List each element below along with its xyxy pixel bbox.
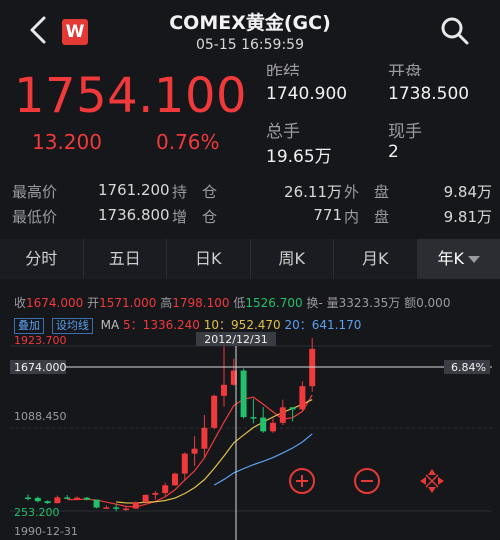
kline-chart[interactable]: 1923.700 1088.450 253.200 1990-12-31 201…	[0, 330, 500, 540]
tab-intraday[interactable]: 分时	[0, 239, 84, 279]
candle-body	[64, 497, 71, 499]
candle-body	[152, 493, 159, 495]
candle-body	[181, 453, 188, 474]
candle-body	[211, 395, 218, 428]
x-axis-start-label: 1990-12-31	[14, 525, 78, 538]
candle-body	[240, 370, 247, 418]
tab-daily-k[interactable]: 日K	[167, 239, 251, 279]
tab-yearly-k-label: 年K	[437, 249, 465, 268]
stat-label: 持 仓	[172, 183, 218, 201]
stat-label: 最高价	[12, 183, 58, 201]
current-hand-label: 现手	[388, 122, 422, 142]
chevron-down-icon	[468, 256, 480, 263]
y-axis-bottom-label: 253.200	[14, 506, 60, 519]
candle-body	[123, 508, 129, 511]
y-axis-top-label: 1923.700	[14, 334, 67, 347]
volume-value: 3323.35万	[338, 296, 401, 310]
candle-body	[289, 407, 296, 410]
stat-label: 最低价	[12, 208, 58, 226]
candle-body	[113, 507, 120, 509]
open-value: 1571.000	[99, 296, 157, 310]
turnover-label: 换-	[306, 296, 323, 310]
prev-settle-value: 1740.900	[266, 84, 348, 104]
stat-value: 9.81万	[443, 208, 492, 226]
candle-body	[103, 507, 110, 509]
candle-body	[191, 448, 198, 454]
volume-label: 量	[326, 296, 339, 310]
stat-label: 外 盘	[344, 183, 390, 201]
candle-body	[201, 427, 208, 449]
candle-body	[25, 497, 31, 499]
candle-body	[34, 497, 41, 502]
open-label: 开盘	[388, 63, 422, 76]
tab-five-day[interactable]: 五日	[83, 239, 167, 279]
amount-label: 额	[404, 296, 417, 310]
crosshair: 2012/12/31 1674.000 6.84%	[10, 332, 492, 540]
page-title: COMEX黄金(GC)	[169, 12, 331, 34]
candle-body	[132, 502, 139, 509]
stat-value: 1736.800	[98, 206, 170, 224]
volume-label: 总手	[266, 122, 300, 142]
stat-value: 9.84万	[443, 183, 492, 201]
candle-body	[221, 384, 227, 396]
search-icon[interactable]	[440, 16, 470, 46]
crosshair-value: 1674.000	[14, 361, 67, 374]
candle-body	[54, 497, 61, 504]
low-label: 低	[233, 296, 246, 310]
moving-average-lines	[67, 394, 313, 508]
candle-body	[44, 501, 51, 504]
candle-body	[162, 485, 169, 494]
tab-weekly-k[interactable]: 周K	[250, 239, 334, 279]
volume-value: 19.65万	[266, 147, 332, 167]
price-change-percent: 0.76%	[156, 130, 220, 154]
period-tabs: 分时 五日 日K 周K 月K 年K	[0, 239, 500, 279]
zoom-in-icon[interactable]	[289, 468, 315, 494]
high-value: 1798.100	[172, 296, 230, 310]
current-hand-value: 2	[388, 142, 399, 162]
close-label: 收	[14, 296, 27, 310]
candle-body	[279, 407, 286, 423]
candle-body	[309, 348, 316, 387]
candle-body	[83, 497, 90, 500]
timestamp: 05-15 16:59:59	[195, 37, 304, 53]
ma20-line	[213, 433, 313, 486]
crosshair-pct: 6.84%	[451, 361, 486, 374]
amount-value: 0.000	[416, 296, 451, 310]
ohlc-summary: 收1674.000 开1571.000 高1798.100 低1526.700 …	[14, 294, 450, 311]
prev-settle-label: 昨结	[266, 63, 300, 76]
candle-body	[299, 386, 306, 410]
candle-body	[74, 497, 80, 500]
move-arrows-icon[interactable]	[420, 469, 444, 493]
candle-body	[270, 422, 276, 432]
chart-grid	[10, 345, 492, 512]
candle-body	[142, 494, 149, 503]
candle-body	[260, 417, 267, 432]
y-axis-mid-label: 1088.450	[14, 410, 67, 423]
price-change: 13.200	[32, 130, 102, 154]
candle-body	[172, 473, 178, 486]
candle-body	[250, 417, 257, 419]
zoom-out-icon[interactable]	[354, 468, 380, 494]
stat-label: 增 仓	[172, 208, 218, 226]
stat-value: 1761.200	[98, 181, 170, 199]
open-value: 1738.500	[388, 84, 470, 104]
stat-value: 26.11万	[284, 183, 342, 201]
tab-yearly-k[interactable]: 年K	[417, 239, 500, 279]
candle-body	[93, 499, 100, 508]
candlestick-series	[25, 338, 316, 512]
tab-monthly-k[interactable]: 月K	[334, 239, 418, 279]
crosshair-date: 2012/12/31	[204, 333, 267, 346]
stat-label: 内 盘	[344, 208, 390, 226]
close-value: 1674.000	[26, 296, 84, 310]
low-value: 1526.700	[245, 296, 303, 310]
stat-value: 771	[313, 206, 342, 224]
last-price: 1754.100	[14, 68, 248, 124]
high-label: 高	[160, 296, 173, 310]
open-label: 开	[87, 296, 100, 310]
